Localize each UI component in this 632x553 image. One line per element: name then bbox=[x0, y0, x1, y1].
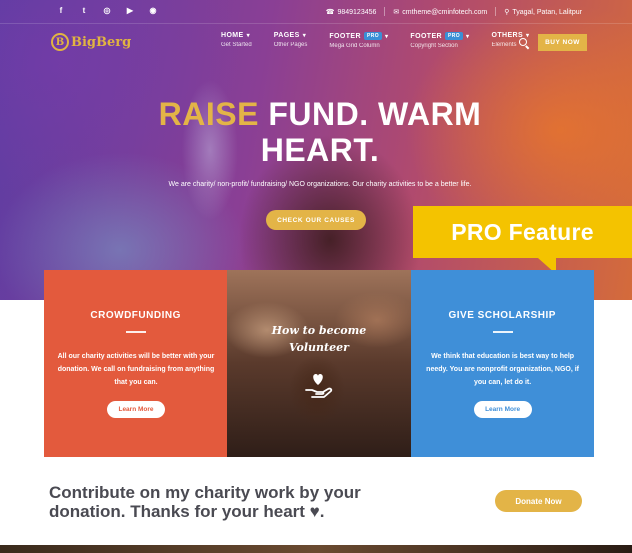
volunteer-title: How to become Volunteer bbox=[227, 322, 410, 356]
nav-sublabel: Copyright Section bbox=[410, 43, 458, 49]
chevron-down-icon: ▾ bbox=[302, 33, 307, 39]
dribbble-icon[interactable]: ◉ bbox=[148, 6, 158, 16]
hero-subtext: We are charity/ non-profit/ fundraising/… bbox=[168, 181, 472, 188]
nav-label: FOOTER bbox=[410, 32, 442, 40]
main-navbar: B BigBerg HOME ▾ Get Started PAGES ▾ Other… bbox=[0, 26, 632, 62]
learn-more-button[interactable]: Learn More bbox=[473, 401, 532, 418]
facebook-icon[interactable]: f bbox=[56, 6, 66, 16]
divider bbox=[495, 7, 497, 16]
nav-item-footer-grid[interactable]: FOOTER PRO ▾ Mega Grid Column bbox=[329, 32, 388, 49]
location: ⚲ Tyagal, Patan, Lalitpur bbox=[504, 8, 582, 16]
divider bbox=[384, 7, 386, 16]
card-title: CROWDFUNDING bbox=[90, 310, 181, 321]
twitter-icon[interactable]: t bbox=[79, 6, 89, 16]
scholarship-card: GIVE SCHOLARSHIP We think that education… bbox=[410, 270, 594, 457]
card-text: We think that education is best way to h… bbox=[426, 353, 580, 386]
search-icon[interactable] bbox=[519, 38, 529, 48]
logo-mark: B bbox=[51, 33, 69, 51]
headline-highlight: RAISE bbox=[158, 96, 259, 132]
chevron-down-icon: ▾ bbox=[385, 33, 389, 40]
pro-feature-banner: PRO Feature bbox=[413, 206, 632, 258]
buy-now-button[interactable]: BUY NOW bbox=[538, 34, 587, 51]
volunteer-title-line-1: How to become bbox=[271, 324, 367, 337]
donate-message: Contribute on my charity work by your do… bbox=[49, 483, 361, 521]
card-title: GIVE SCHOLARSHIP bbox=[448, 310, 556, 321]
chevron-down-icon: ▾ bbox=[246, 33, 251, 39]
hero-headline: RAISE FUND. WARM HEART. bbox=[140, 96, 500, 168]
phone-icon: ☎ bbox=[325, 8, 335, 16]
youtube-icon[interactable]: ▶ bbox=[125, 6, 135, 16]
email[interactable]: ✉ cmtheme@cminfotech.com bbox=[393, 8, 487, 16]
volunteer-card[interactable]: How to become Volunteer bbox=[227, 270, 411, 457]
nav-sublabel: Mega Grid Column bbox=[329, 43, 380, 49]
pro-badge: PRO bbox=[445, 32, 464, 40]
hand-heart-icon bbox=[305, 374, 333, 398]
nav-label: PAGES bbox=[273, 32, 300, 39]
volunteer-title-line-2: Volunteer bbox=[288, 341, 349, 354]
logo-text: BigBerg bbox=[71, 34, 132, 50]
phone: ☎ 9849123456 bbox=[326, 8, 377, 16]
contact-info: ☎ 9849123456 ✉ cmtheme@cminfotech.com ⚲ Tya… bbox=[326, 7, 582, 16]
location-pin-icon: ⚲ bbox=[504, 8, 510, 16]
learn-more-button[interactable]: Learn More bbox=[107, 401, 165, 418]
nav-item-home[interactable]: HOME ▾ Get Started bbox=[221, 32, 252, 49]
location-text: Tyagal, Patan, Lalitpur bbox=[512, 8, 582, 16]
phone-text: 9849123456 bbox=[337, 8, 377, 16]
nav-item-footer-copyright[interactable]: FOOTER PRO ▾ Copyright Section bbox=[410, 32, 469, 49]
feature-cards: CROWDFUNDING All our charity activities … bbox=[44, 270, 594, 457]
donate-now-button[interactable]: Donate Now bbox=[495, 490, 582, 512]
instagram-icon[interactable]: ◎ bbox=[102, 6, 112, 16]
card-divider bbox=[492, 331, 513, 333]
nav-menu: HOME ▾ Get Started PAGES ▾ Other Pages FOO… bbox=[221, 32, 551, 49]
email-text: cmtheme@cminfotech.com bbox=[402, 8, 488, 16]
card-text: All our charity activities will be bette… bbox=[57, 353, 215, 386]
mail-icon: ✉ bbox=[393, 8, 400, 16]
site-logo[interactable]: B BigBerg bbox=[51, 33, 131, 51]
chevron-down-icon: ▾ bbox=[466, 33, 470, 40]
nav-label: FOOTER bbox=[329, 32, 361, 40]
check-causes-button[interactable]: CHECK OUR CAUSES bbox=[266, 210, 366, 230]
footer-image-strip bbox=[0, 545, 632, 553]
headline-line-1: FUND. WARM bbox=[268, 96, 482, 132]
pro-badge: PRO bbox=[363, 32, 382, 40]
social-links: f t ◎ ▶ ◉ bbox=[56, 6, 158, 16]
nav-sublabel: Other Pages bbox=[273, 42, 308, 48]
crowdfunding-card: CROWDFUNDING All our charity activities … bbox=[44, 270, 228, 457]
card-divider bbox=[126, 331, 146, 333]
headline-line-2: HEART. bbox=[260, 132, 380, 168]
nav-label: HOME bbox=[221, 32, 244, 39]
nav-item-pages[interactable]: PAGES ▾ Other Pages bbox=[274, 32, 308, 49]
nav-sublabel: Get Started bbox=[221, 42, 252, 48]
top-bar: f t ◎ ▶ ◉ ☎ 9849123456 ✉ cmtheme@cminfotec… bbox=[0, 0, 632, 24]
